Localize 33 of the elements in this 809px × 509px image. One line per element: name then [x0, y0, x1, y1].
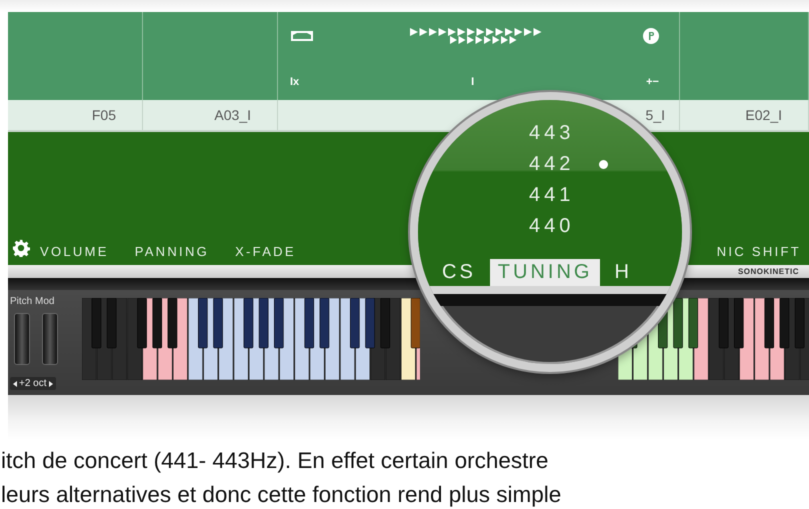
- tab[interactable]: TUNING: [490, 259, 600, 286]
- mod-wheel[interactable]: [42, 313, 58, 365]
- pitch-mod-label: Pitch Mod: [10, 296, 56, 307]
- selected-dot: [599, 160, 608, 169]
- octave-selector[interactable]: +2 oct: [10, 377, 56, 390]
- pitch-wheel[interactable]: [14, 313, 30, 365]
- table-cell: F05: [8, 100, 143, 130]
- parameter-tab[interactable]: VOLUME: [40, 244, 109, 259]
- table-cell: E02_I: [680, 100, 809, 130]
- p-circle-icon[interactable]: [643, 28, 659, 44]
- tab[interactable]: H: [606, 259, 640, 286]
- tuning-option-row[interactable]: 441: [529, 180, 615, 211]
- header-label: +−: [646, 76, 659, 88]
- parameter-tab[interactable]: NIC SHIFT: [716, 244, 801, 259]
- tuning-option[interactable]: 440: [529, 215, 574, 238]
- brand-logo: SONOKINETIC: [738, 267, 799, 276]
- header-label: I: [471, 76, 474, 88]
- tuning-option[interactable]: 442: [529, 153, 574, 176]
- tuning-option-row[interactable]: 440: [529, 211, 615, 242]
- parameter-tab[interactable]: PANNING: [134, 244, 210, 259]
- header-label: Ix: [290, 76, 300, 88]
- tuning-option[interactable]: 441: [529, 184, 574, 207]
- keyboard-drawing[interactable]: [82, 298, 420, 380]
- envelope-shape-icon[interactable]: [290, 30, 314, 42]
- tab[interactable]: CS: [434, 259, 484, 286]
- parameter-tab[interactable]: X-FADE: [235, 244, 296, 259]
- right-arrow-icon[interactable]: [48, 380, 53, 386]
- paragraph-line: itch de concert (441- 443Hz). En effet certain orchestre: [1, 447, 550, 475]
- table-cell: A03_I: [143, 100, 278, 130]
- paragraph-line: leurs alternatives et donc cette fonction rend plus simple: [1, 481, 562, 509]
- settings-icon[interactable]: [12, 239, 30, 257]
- left-arrow-icon[interactable]: [13, 380, 17, 386]
- tuning-option-row[interactable]: 442: [529, 149, 615, 180]
